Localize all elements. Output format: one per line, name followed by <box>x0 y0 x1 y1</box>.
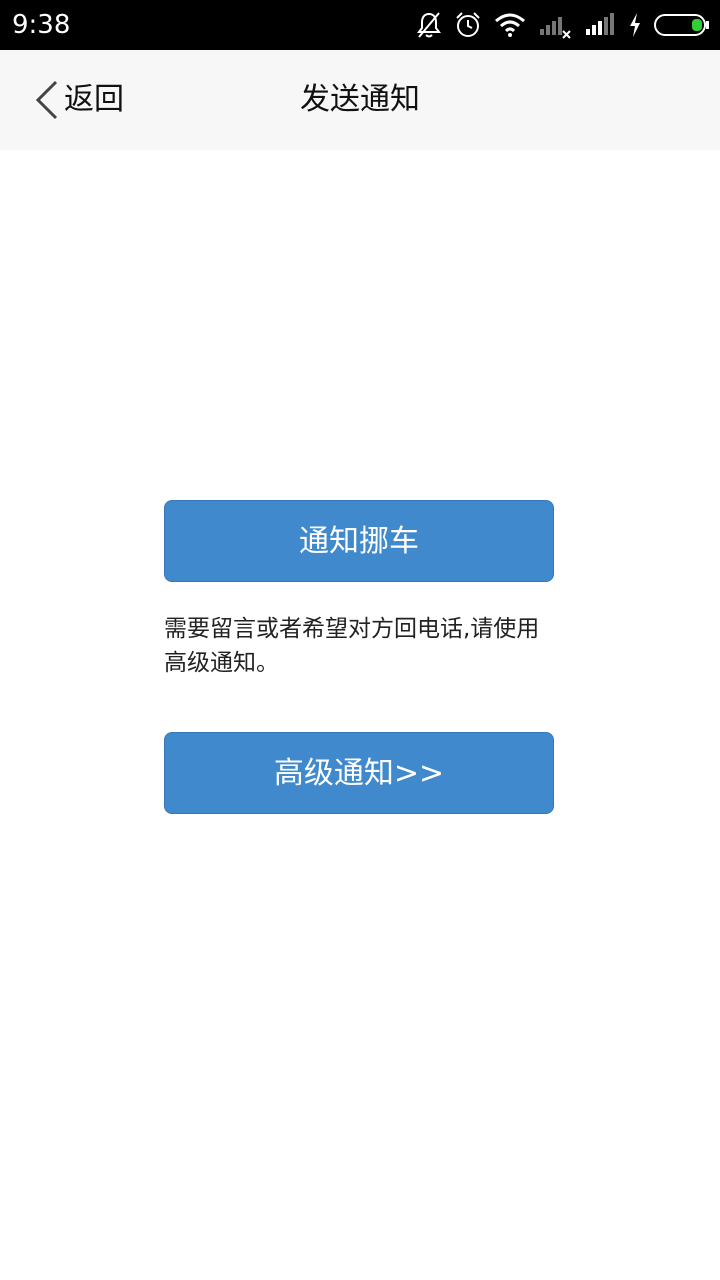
battery-icon <box>654 13 710 37</box>
page-title: 发送通知 <box>300 82 420 117</box>
chevron-left-icon <box>30 78 64 122</box>
status-icons <box>416 8 710 42</box>
charging-icon <box>628 12 642 38</box>
bell-off-icon <box>416 11 442 39</box>
advanced-hint-text: 需要留言或者希望对方回电话,请使用高级通知。 <box>164 616 540 676</box>
status-time: 9:38 <box>12 10 71 40</box>
advanced-notify-button[interactable]: 高级通知>> <box>164 732 554 814</box>
status-bar: 9:38 <box>0 0 720 50</box>
notify-move-car-button[interactable]: 通知挪车 <box>164 500 554 582</box>
back-label: 返回 <box>64 82 124 117</box>
signal-no-service-icon <box>538 11 572 39</box>
wifi-icon <box>494 12 526 38</box>
nav-bar: 返回 发送通知 <box>0 50 720 150</box>
alarm-icon <box>454 11 482 39</box>
back-button[interactable]: 返回 <box>30 75 124 125</box>
signal-icon <box>584 11 616 39</box>
